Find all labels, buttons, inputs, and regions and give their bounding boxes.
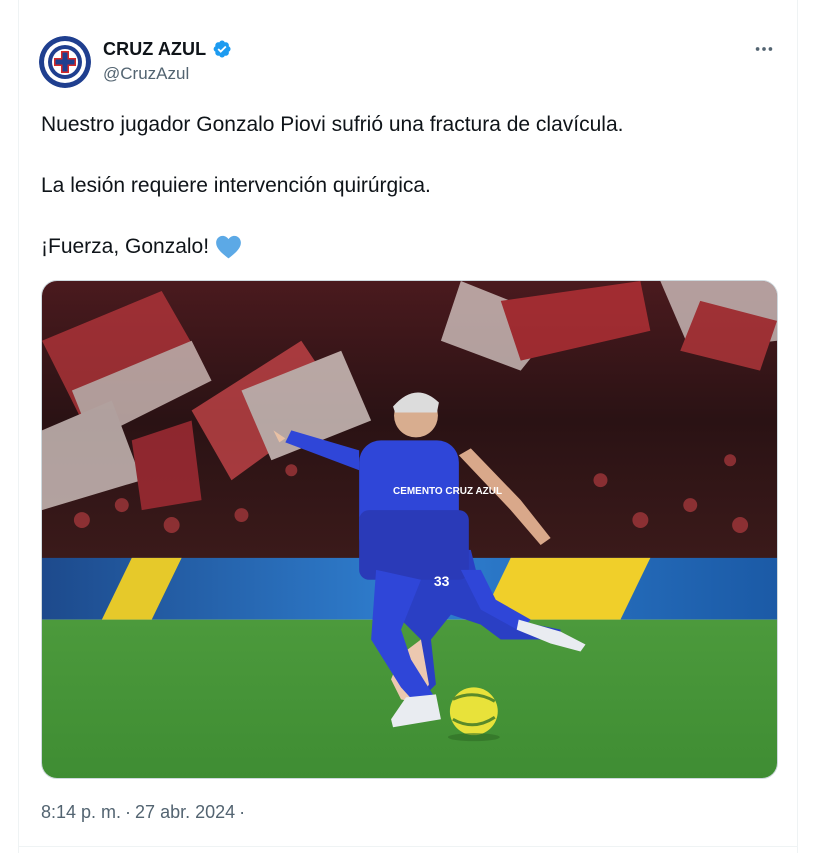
name-row: CRUZ AZUL (103, 38, 232, 60)
soccer-player-photo: CEMENTO CRUZ AZUL 33 (42, 281, 777, 778)
meta-separator: · (125, 802, 132, 822)
tweet-photo[interactable]: CEMENTO CRUZ AZUL 33 (41, 280, 778, 779)
display-name[interactable]: CRUZ AZUL (103, 39, 206, 60)
cruz-azul-crest-icon (39, 36, 91, 88)
divider (19, 846, 797, 847)
jersey-sponsor-text: CEMENTO CRUZ AZUL (393, 486, 502, 497)
tweet-meta: 8:14 p. m. · 27 abr. 2024 · (41, 802, 245, 823)
tweet-paragraph: La lesión requiere intervención quirúrgi… (41, 174, 431, 197)
more-options-button[interactable] (751, 36, 777, 62)
tweet-paragraph: ¡Fuerza, Gonzalo! (41, 232, 242, 262)
tweet-date[interactable]: 27 abr. 2024 (135, 802, 235, 823)
handle[interactable]: @CruzAzul (103, 64, 189, 84)
avatar[interactable] (39, 36, 91, 88)
tweet-paragraph: Nuestro jugador Gonzalo Piovi sufrió una… (41, 113, 624, 136)
tweet-time[interactable]: 8:14 p. m. (41, 802, 121, 823)
jersey-number-text: 33 (434, 573, 450, 589)
tweet-paragraph-text: ¡Fuerza, Gonzalo! (41, 235, 210, 258)
blue-heart-icon (215, 234, 242, 260)
verified-badge-icon (212, 39, 232, 59)
tweet-card: CRUZ AZUL @CruzAzul Nuestro jugador Gonz… (18, 0, 798, 853)
more-dots-icon (755, 47, 773, 51)
meta-separator: · (239, 802, 246, 822)
